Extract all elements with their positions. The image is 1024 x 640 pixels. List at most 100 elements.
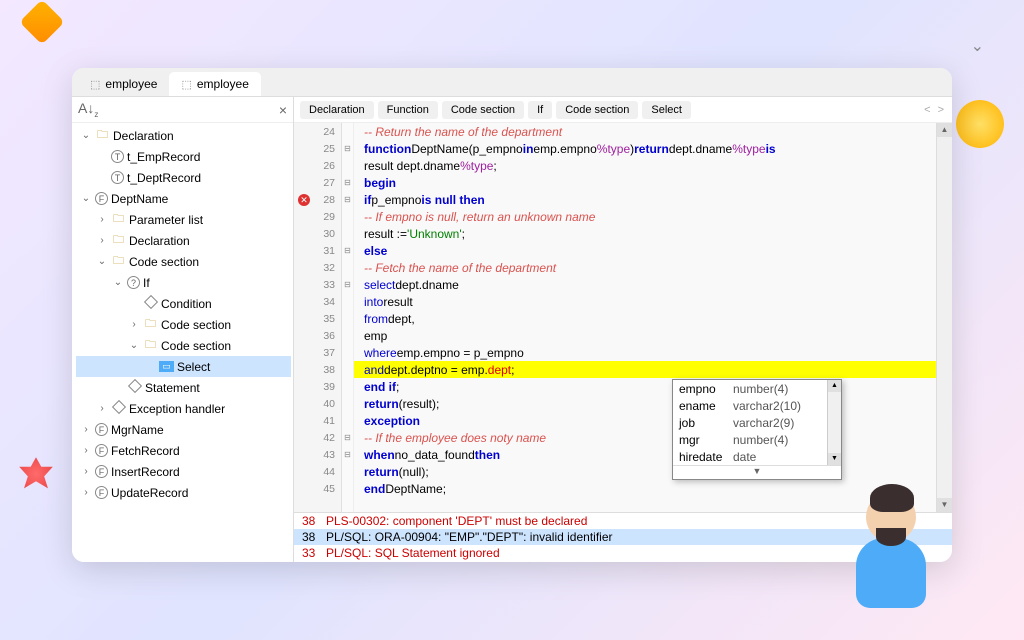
gutter-line[interactable]: 44 bbox=[294, 463, 341, 480]
tree-node[interactable]: ›🗀Parameter list bbox=[76, 209, 291, 230]
gutter-line[interactable]: 28✕ bbox=[294, 191, 341, 208]
autocomplete-popup[interactable]: ▲ ▼ empnonumber(4)enamevarchar2(10)jobva… bbox=[672, 379, 842, 480]
tree-twisty[interactable]: ⌄ bbox=[80, 130, 92, 141]
gutter-line[interactable]: 34 bbox=[294, 293, 341, 310]
breadcrumb-item[interactable]: Code section bbox=[556, 101, 638, 119]
fold-toggle[interactable]: ⊟ bbox=[342, 174, 353, 191]
fold-toggle[interactable] bbox=[342, 123, 353, 140]
breadcrumb-item[interactable]: Code section bbox=[442, 101, 524, 119]
fold-toggle[interactable]: ⊟ bbox=[342, 191, 353, 208]
gutter-line[interactable]: 27 bbox=[294, 174, 341, 191]
code-line[interactable]: -- Return the name of the department bbox=[354, 123, 936, 140]
code-line[interactable]: else bbox=[354, 242, 936, 259]
breadcrumb-item[interactable]: Select bbox=[642, 101, 691, 119]
breadcrumb-item[interactable]: If bbox=[528, 101, 552, 119]
breadcrumb-item[interactable]: Declaration bbox=[300, 101, 374, 119]
gutter-line[interactable]: 30 bbox=[294, 225, 341, 242]
code-line[interactable]: when no_data_found then bbox=[354, 446, 936, 463]
code-line[interactable]: end if; bbox=[354, 378, 936, 395]
code-line[interactable]: from dept, bbox=[354, 310, 936, 327]
code-line[interactable]: return(result); bbox=[354, 395, 936, 412]
code-line[interactable]: result dept.dname%type; bbox=[354, 157, 936, 174]
fold-toggle[interactable] bbox=[342, 344, 353, 361]
gutter-line[interactable]: 37 bbox=[294, 344, 341, 361]
tree-node[interactable]: ▭Select bbox=[76, 356, 291, 377]
tree-node[interactable]: Tt_DeptRecord bbox=[76, 167, 291, 188]
code-line[interactable]: -- If empno is null, return an unknown n… bbox=[354, 208, 936, 225]
tree-node[interactable]: ›🗀Declaration bbox=[76, 230, 291, 251]
gutter-line[interactable]: 40 bbox=[294, 395, 341, 412]
tree-twisty[interactable]: › bbox=[96, 214, 108, 225]
fold-toggle[interactable] bbox=[342, 327, 353, 344]
tree-twisty[interactable]: › bbox=[80, 487, 92, 498]
gutter-line[interactable]: 39 bbox=[294, 378, 341, 395]
gutter-line[interactable]: 33 bbox=[294, 276, 341, 293]
tree-twisty[interactable]: ⌄ bbox=[128, 340, 140, 351]
breadcrumb-nav[interactable]: < > bbox=[924, 104, 946, 116]
tree-node[interactable]: ›FUpdateRecord bbox=[76, 482, 291, 503]
fold-toggle[interactable]: ⊟ bbox=[342, 446, 353, 463]
gutter-line[interactable]: 42 bbox=[294, 429, 341, 446]
tree-node[interactable]: ›FMgrName bbox=[76, 419, 291, 440]
code-line[interactable]: if p_empno is null then bbox=[354, 191, 936, 208]
tree-twisty[interactable]: › bbox=[96, 403, 108, 414]
tree-node[interactable]: ›FFetchRecord bbox=[76, 440, 291, 461]
code-line[interactable]: into result bbox=[354, 293, 936, 310]
fold-toggle[interactable]: ⊟ bbox=[342, 140, 353, 157]
tree-twisty[interactable]: › bbox=[80, 424, 92, 435]
gutter-line[interactable]: 24 bbox=[294, 123, 341, 140]
tree-node[interactable]: ⌄🗀Code section bbox=[76, 335, 291, 356]
code-line[interactable]: -- Fetch the name of the department bbox=[354, 259, 936, 276]
fold-toggle[interactable] bbox=[342, 480, 353, 497]
gutter-line[interactable]: 35 bbox=[294, 310, 341, 327]
file-tab[interactable]: ⬚employee bbox=[78, 72, 169, 96]
tree-node[interactable]: ⌄🗀Declaration bbox=[76, 125, 291, 146]
fold-toggle[interactable]: ⊟ bbox=[342, 242, 353, 259]
autocomplete-item[interactable]: mgrnumber(4) bbox=[673, 431, 841, 448]
code-line[interactable]: -- If the employee does not y name bbox=[354, 429, 936, 446]
tree-node[interactable]: Condition bbox=[76, 293, 291, 314]
tree-twisty[interactable]: ⌄ bbox=[80, 193, 92, 204]
fold-toggle[interactable] bbox=[342, 361, 353, 378]
tree-twisty[interactable]: ⌄ bbox=[112, 277, 124, 288]
tree-twisty[interactable]: › bbox=[80, 466, 92, 477]
autocomplete-scrollbar[interactable]: ▲ ▼ bbox=[827, 380, 841, 465]
tree-node[interactable]: ›FInsertRecord bbox=[76, 461, 291, 482]
code-line[interactable]: begin bbox=[354, 174, 936, 191]
breadcrumb-item[interactable]: Function bbox=[378, 101, 438, 119]
fold-toggle[interactable] bbox=[342, 225, 353, 242]
gutter-line[interactable]: 43 bbox=[294, 446, 341, 463]
gutter-line[interactable]: 41 bbox=[294, 412, 341, 429]
fold-toggle[interactable] bbox=[342, 259, 353, 276]
code-line[interactable]: function DeptName(p_empno in emp.empno%t… bbox=[354, 140, 936, 157]
tree-node[interactable]: ›🗀Code section bbox=[76, 314, 291, 335]
fold-toggle[interactable] bbox=[342, 463, 353, 480]
code-line[interactable]: emp bbox=[354, 327, 936, 344]
code-line[interactable]: return(null); bbox=[354, 463, 936, 480]
fold-toggle[interactable]: ⊟ bbox=[342, 276, 353, 293]
gutter-line[interactable]: 32 bbox=[294, 259, 341, 276]
gutter-line[interactable]: 31 bbox=[294, 242, 341, 259]
tree-twisty[interactable]: › bbox=[128, 319, 140, 330]
error-marker-icon[interactable]: ✕ bbox=[298, 194, 310, 206]
code-line[interactable]: where emp.empno = p_empno bbox=[354, 344, 936, 361]
file-tab[interactable]: ⬚employee bbox=[169, 72, 260, 96]
gutter-line[interactable]: 25 bbox=[294, 140, 341, 157]
fold-toggle[interactable] bbox=[342, 208, 353, 225]
close-panel-icon[interactable]: × bbox=[279, 102, 287, 118]
scroll-up-button[interactable]: ▲ bbox=[937, 123, 952, 137]
fold-toggle[interactable]: ⊟ bbox=[342, 429, 353, 446]
sort-icon[interactable]: A↓z bbox=[78, 100, 98, 119]
editor-scrollbar[interactable]: ▲ ▼ bbox=[936, 123, 952, 512]
tree-node[interactable]: Statement bbox=[76, 377, 291, 398]
gutter-line[interactable]: 29 bbox=[294, 208, 341, 225]
tree-twisty[interactable]: › bbox=[80, 445, 92, 456]
fold-toggle[interactable] bbox=[342, 378, 353, 395]
tree-node[interactable]: Tt_EmpRecord bbox=[76, 146, 291, 167]
fold-toggle[interactable] bbox=[342, 412, 353, 429]
autocomplete-item[interactable]: hiredatedate bbox=[673, 448, 841, 465]
fold-column[interactable]: ⊟⊟⊟⊟⊟⊟⊟ bbox=[342, 123, 354, 512]
autocomplete-more[interactable]: ▼ bbox=[673, 465, 841, 479]
tree-node[interactable]: ›Exception handler bbox=[76, 398, 291, 419]
gutter-line[interactable]: 36 bbox=[294, 327, 341, 344]
